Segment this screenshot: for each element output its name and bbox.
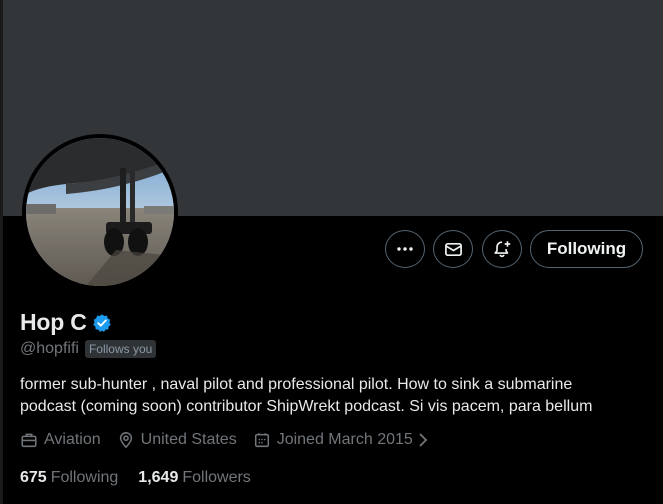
category-label: Aviation bbox=[44, 431, 101, 448]
category-item: Aviation bbox=[20, 431, 101, 449]
display-name: Hop C bbox=[20, 309, 87, 335]
following-label: Following bbox=[50, 469, 119, 486]
handle-row: @hopfifi Follows you bbox=[20, 340, 157, 358]
profile-meta: Aviation United States Joined March 2015 bbox=[20, 431, 451, 449]
notifications-button[interactable] bbox=[482, 230, 522, 268]
envelope-icon bbox=[444, 242, 462, 256]
following-count: 675 bbox=[20, 469, 47, 486]
bell-plus-icon bbox=[494, 241, 511, 258]
more-options-button[interactable] bbox=[385, 230, 425, 268]
calendar-icon bbox=[254, 433, 269, 448]
joined-item: Joined March 2015 bbox=[253, 431, 435, 449]
avatar-photo bbox=[26, 138, 174, 286]
followers-count: 1,649 bbox=[138, 469, 179, 486]
followers-label: Followers bbox=[182, 469, 251, 486]
message-button[interactable] bbox=[433, 230, 473, 268]
following-stat-link[interactable]: 675 Following bbox=[20, 469, 118, 487]
bio-line: podcast (coming soon) contributor ShipWr… bbox=[20, 398, 593, 415]
profile-name-row: Hop C bbox=[20, 309, 112, 336]
ellipsis-icon bbox=[397, 247, 413, 251]
bio-line: former sub-hunter , naval pilot and prof… bbox=[20, 376, 573, 393]
location-pin-icon bbox=[119, 432, 132, 448]
briefcase-icon bbox=[21, 433, 37, 448]
joined-label: Joined March 2015 bbox=[276, 431, 413, 448]
profile-handle: @hopfifi bbox=[20, 340, 79, 357]
followers-stat-link[interactable]: 1,649 Followers bbox=[138, 469, 251, 487]
profile-page: Following Hop C @hopfifi Follows you for… bbox=[0, 0, 663, 504]
location-label: United States bbox=[140, 431, 237, 448]
location-item: United States bbox=[117, 431, 237, 449]
follows-you-badge: Follows you bbox=[84, 340, 157, 358]
follow-stats: 675 Following 1,649 Followers bbox=[20, 469, 271, 487]
chevron-right-icon[interactable] bbox=[417, 432, 429, 448]
following-button[interactable]: Following bbox=[530, 230, 643, 268]
verified-badge-icon[interactable] bbox=[92, 313, 112, 333]
profile-bio: former sub-hunter , naval pilot and prof… bbox=[20, 374, 650, 418]
profile-avatar[interactable] bbox=[22, 134, 178, 290]
